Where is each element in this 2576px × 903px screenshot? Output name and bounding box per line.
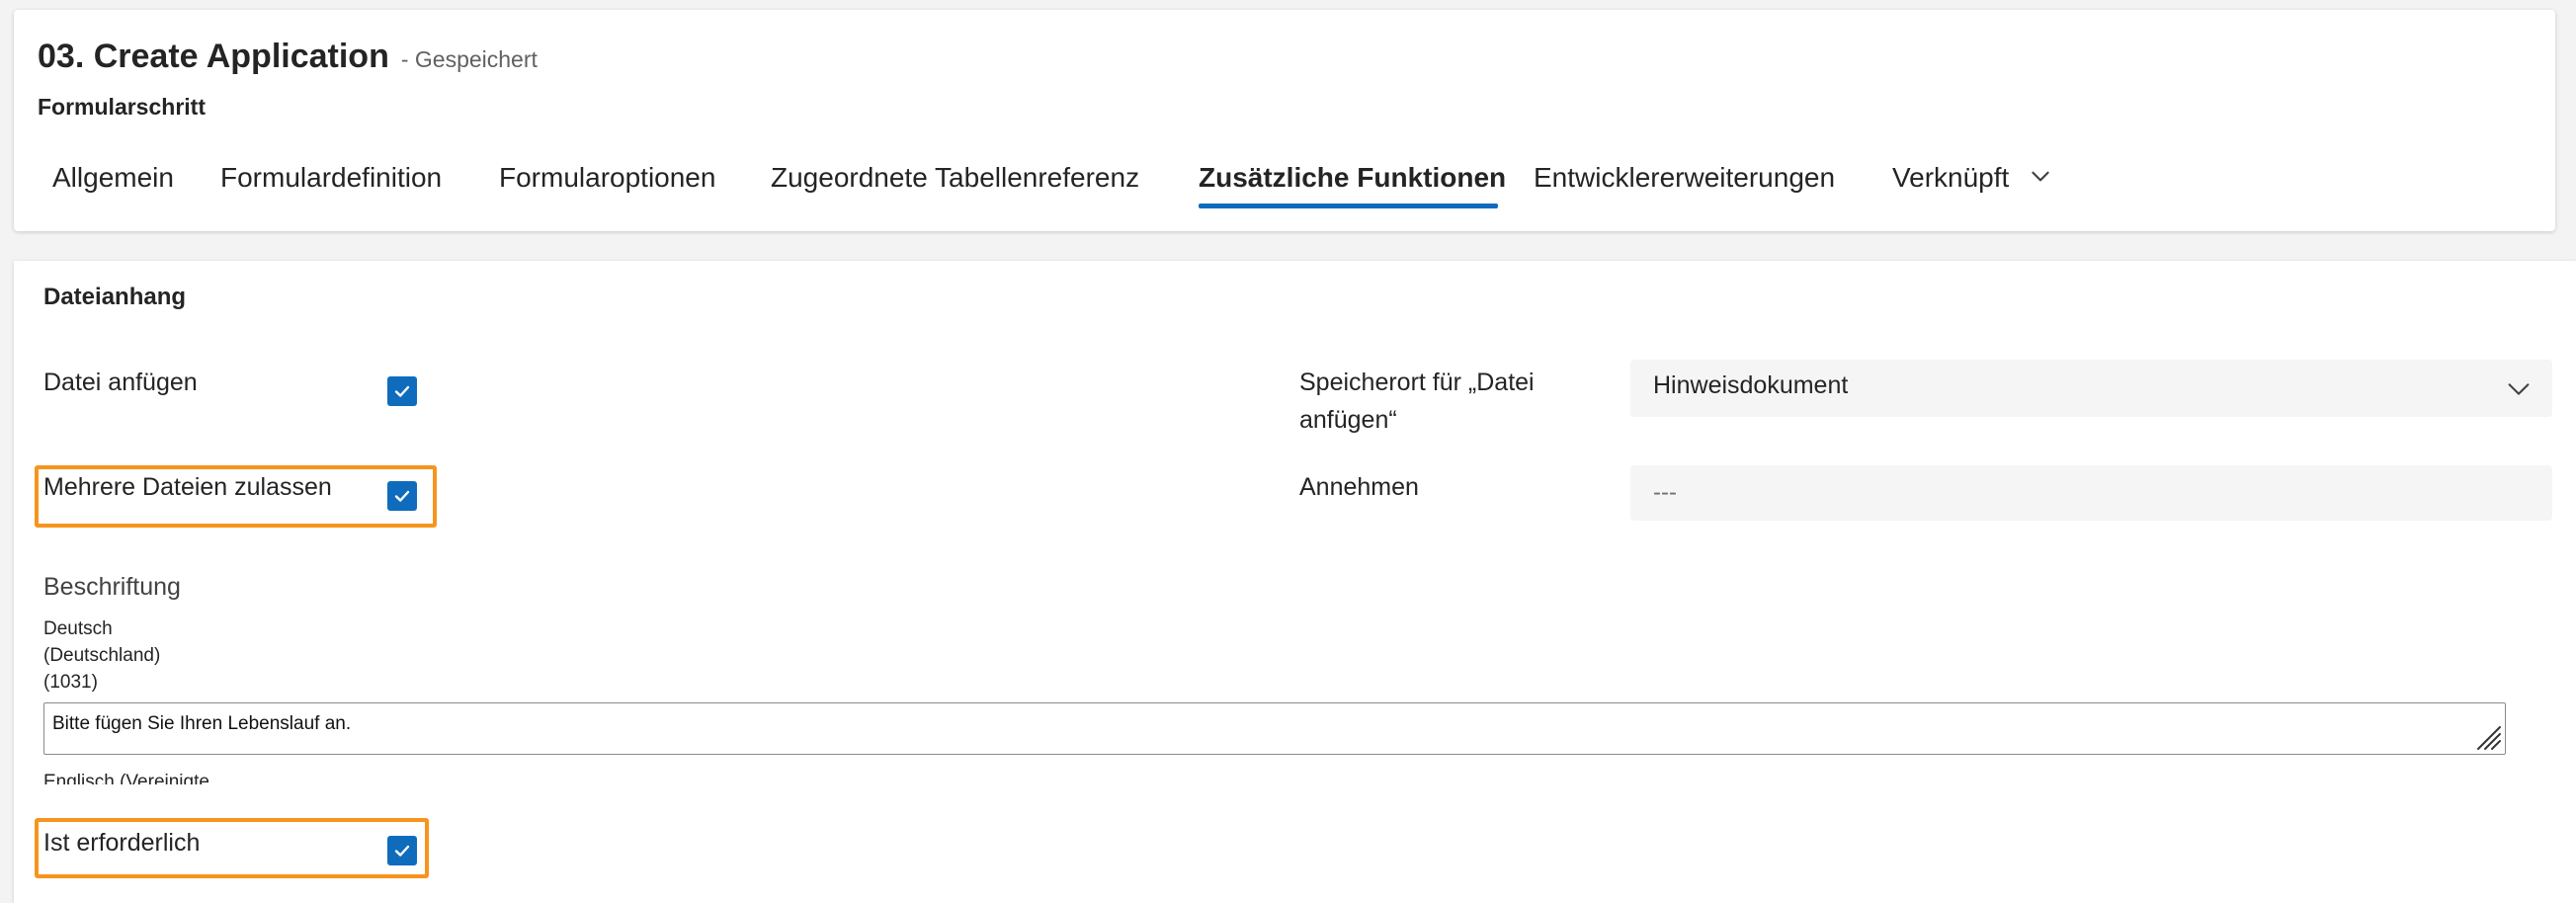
checkmark-icon <box>394 490 410 502</box>
tab-allgemein[interactable]: Allgemein <box>52 158 174 198</box>
chevron-down-icon[interactable] <box>2028 163 2053 189</box>
attach-file-label: Datei anfügen <box>43 369 198 396</box>
tab-formulardefinition[interactable]: Formulardefinition <box>220 158 442 198</box>
title-row: 03. Create Application - Gespeichert <box>38 38 538 76</box>
tab-formularoptionen[interactable]: Formularoptionen <box>499 158 715 198</box>
checkmark-icon <box>394 845 410 857</box>
active-tab-indicator <box>1199 204 1498 208</box>
language-label-clipped: Englisch (Vereinigte <box>43 772 209 784</box>
allow-multiple-files-checkbox[interactable] <box>387 481 417 511</box>
is-required-checkbox[interactable] <box>387 836 417 865</box>
language-label-line: (Deutschland) <box>43 645 161 666</box>
form-section-card <box>14 261 2576 903</box>
accept-value: --- <box>1653 479 1677 506</box>
caption-label: Beschriftung <box>43 573 181 601</box>
tab-entwicklererweiterungen[interactable]: Entwicklererweiterungen <box>1534 158 1835 198</box>
chevron-down-icon <box>2508 383 2530 395</box>
tab-zusaetzliche-funktionen[interactable]: Zusätzliche Funktionen <box>1199 158 1506 198</box>
storage-location-select[interactable]: Hinweisdokument <box>1630 360 2552 417</box>
checkmark-icon <box>394 385 410 397</box>
attach-file-checkbox[interactable] <box>387 376 417 406</box>
storage-location-label-line2: anfügen“ <box>1299 406 1397 434</box>
language-label-line: (1031) <box>43 672 98 693</box>
save-status: - Gespeichert <box>400 46 538 72</box>
tab-zugeordnete-tabellenreferenz[interactable]: Zugeordnete Tabellenreferenz <box>771 158 1139 198</box>
is-required-label: Ist erforderlich <box>43 829 201 857</box>
caption-german-value: Bitte fügen Sie Ihren Lebenslauf an. <box>52 713 352 734</box>
language-label-line: Deutsch <box>43 618 113 639</box>
resize-grip-icon[interactable] <box>2474 723 2502 751</box>
storage-location-label-line1: Speicherort für „Datei <box>1299 369 1535 396</box>
section-title: Dateianhang <box>43 284 187 310</box>
tab-verknuepft[interactable]: Verknüpft <box>1892 158 2009 198</box>
page-title: 03. Create Application <box>38 38 389 75</box>
accept-field[interactable]: --- <box>1630 465 2552 521</box>
caption-german-textarea[interactable]: Bitte fügen Sie Ihren Lebenslauf an. <box>43 702 2506 755</box>
storage-location-value: Hinweisdokument <box>1653 371 1849 399</box>
allow-multiple-files-label: Mehrere Dateien zulassen <box>43 473 332 501</box>
accept-label: Annehmen <box>1299 473 1419 501</box>
entity-type-label: Formularschritt <box>38 94 206 120</box>
